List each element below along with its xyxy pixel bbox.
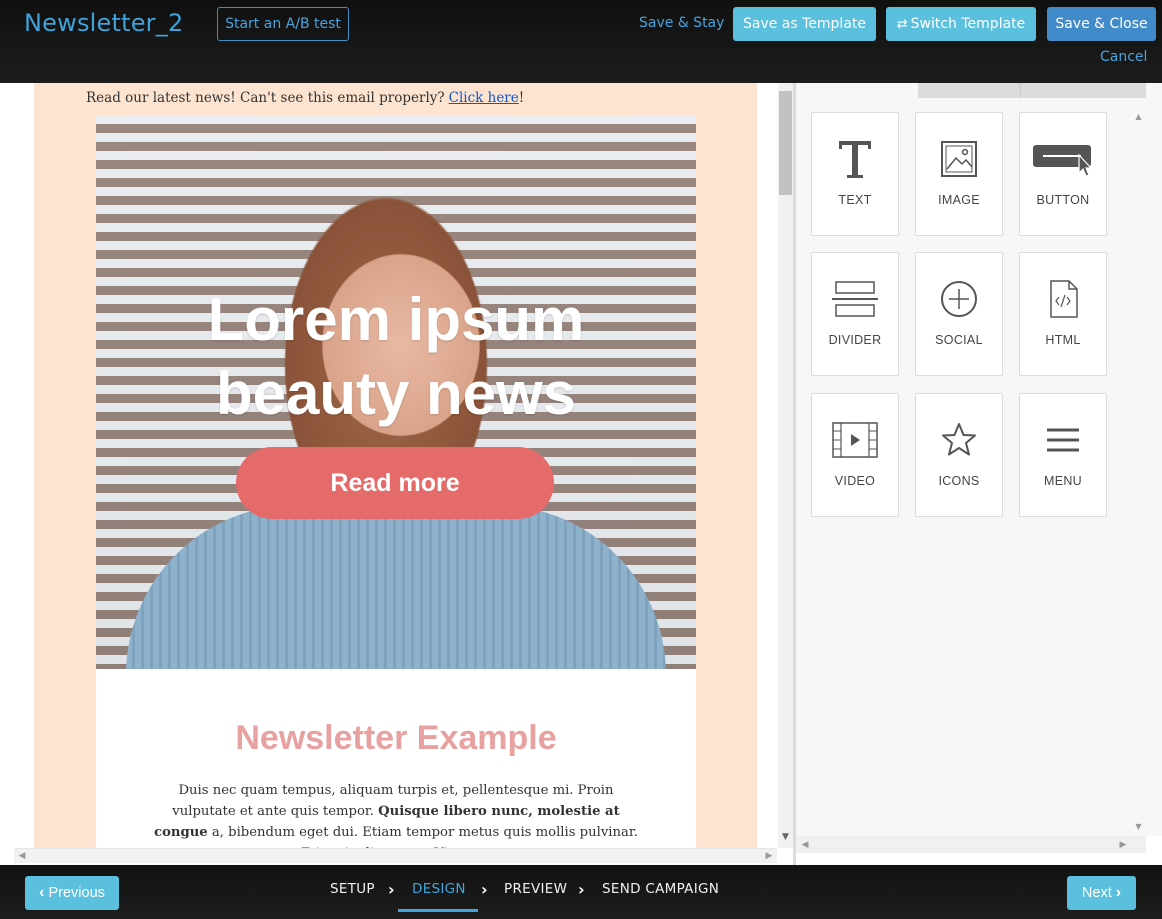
text-icon [812,135,898,183]
cancel-link[interactable]: Cancel [1100,49,1147,65]
scroll-down-arrow-icon[interactable]: ▼ [778,829,793,845]
divider-icon [812,275,898,323]
canvas-gutter [0,83,14,865]
switch-template-button[interactable]: ⇄ Switch Template [886,7,1036,41]
block-label: SOCIAL [935,333,983,347]
panel-tab-separator [1020,83,1021,98]
previous-label: Previous [48,885,105,901]
panel-tabs [918,83,1146,98]
newsletter-text-block[interactable]: Newsletter Example Duis nec quam tempus,… [96,669,696,865]
block-label: HTML [1045,333,1081,347]
canvas-horizontal-scrollbar[interactable] [14,848,777,863]
active-step-indicator [398,909,478,912]
star-icon [916,416,1002,464]
section-title[interactable]: Newsletter Example [96,719,696,758]
block-divider[interactable]: DIVIDER [811,252,899,376]
image-icon [916,135,1002,183]
swap-arrows-icon: ⇄ [896,16,908,32]
scroll-left-arrow-icon[interactable]: ◀ [14,848,30,863]
previous-button[interactable]: ‹ Previous [25,876,119,910]
step-setup[interactable]: SETUP [330,881,375,897]
save-close-button[interactable]: Save & Close [1047,7,1156,41]
chevron-right-icon: › [481,880,488,899]
chevron-right-icon: › [1115,884,1122,901]
click-here-link[interactable]: Click here [449,90,519,106]
panel-bottom-spacer [796,853,1146,865]
save-stay-link[interactable]: Save & Stay [639,15,724,31]
step-send-campaign[interactable]: SEND CAMPAIGN [602,881,719,897]
block-social[interactable]: SOCIAL [915,252,1003,376]
panel-scroll-right-icon[interactable]: ▶ [1116,837,1130,852]
block-icons[interactable]: ICONS [915,393,1003,517]
block-label: MENU [1043,474,1082,488]
next-button[interactable]: Next › [1067,876,1136,910]
save-as-template-button[interactable]: Save as Template [733,7,876,41]
panel-scroll-up-icon[interactable]: ▲ [1131,109,1146,123]
preheader-text: Read our latest news! Can't see this ema… [86,90,445,106]
step-design[interactable]: DESIGN [412,881,466,897]
email-canvas[interactable]: Read our latest news! Can't see this ema… [14,83,793,865]
start-ab-test-button[interactable]: Start an A/B test [217,7,349,41]
block-video[interactable]: VIDEO [811,393,899,517]
step-preview[interactable]: PREVIEW [504,881,567,897]
panel-scroll-left-icon[interactable]: ◀ [798,837,812,852]
block-menu[interactable]: MENU [1019,393,1107,517]
block-label: BUTTON [1036,193,1090,207]
panel-horizontal-scrollbar[interactable] [796,836,1146,853]
panel-vertical-scrollbar[interactable] [1131,109,1146,835]
hero-title-line-2: beauty news [215,360,577,427]
panel-tab-content[interactable] [796,83,918,98]
preheader-suffix: ! [518,90,525,106]
email-preheader[interactable]: Read our latest news! Can't see this ema… [86,83,524,113]
hero-image-block[interactable]: Lorem ipsum beauty news Read more [96,115,696,669]
hero-title-line-1: Lorem ipsum [207,286,585,353]
chevron-right-icon: › [578,880,585,899]
menu-icon [1020,416,1106,464]
block-label: IMAGE [938,193,980,207]
block-label: VIDEO [834,474,876,488]
chevron-right-icon: › [388,880,395,899]
block-button[interactable]: BUTTON [1019,112,1107,236]
hero-photo-sweater [126,505,666,669]
block-label: TEXT [838,193,872,207]
scroll-right-arrow-icon[interactable]: ▶ [761,848,777,863]
switch-template-label: Switch Template [910,16,1026,32]
chevron-left-icon: ‹ [39,884,45,901]
panel-scroll-down-icon[interactable]: ▼ [1131,819,1146,833]
canvas-vertical-scrollbar[interactable] [778,83,793,848]
block-label: ICONS [938,474,980,488]
block-label: DIVIDER [828,333,882,347]
button-icon [1020,135,1106,183]
newsletter-title: Newsletter_2 [24,9,184,37]
panel-corner [1146,836,1162,865]
video-icon [812,416,898,464]
social-icon [916,275,1002,323]
save-as-template-label: Save as Template [742,16,867,32]
next-label: Next [1081,885,1112,901]
read-more-button[interactable]: Read more [236,447,554,519]
block-text[interactable]: TEXT [811,112,899,236]
block-image[interactable]: IMAGE [915,112,1003,236]
canvas-scroll-thumb[interactable] [779,91,792,195]
html-icon [1020,275,1106,323]
block-html[interactable]: HTML [1019,252,1107,376]
hero-title[interactable]: Lorem ipsum beauty news [96,283,696,431]
